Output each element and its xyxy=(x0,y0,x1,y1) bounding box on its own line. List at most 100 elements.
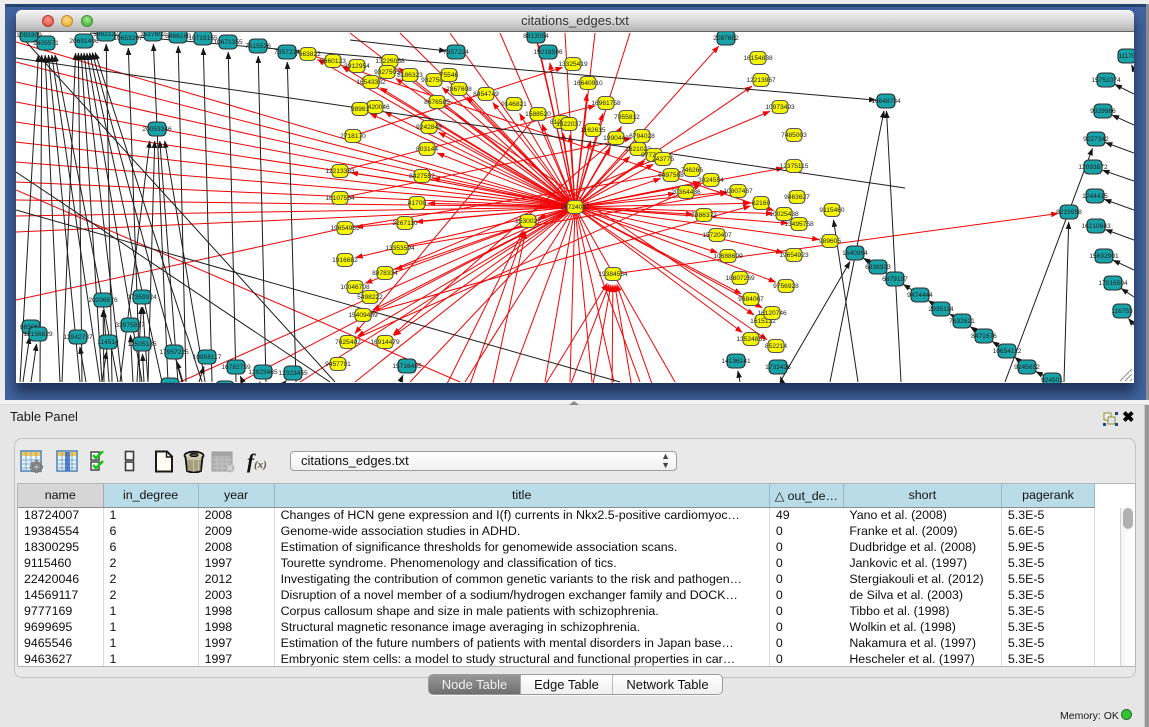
svg-text:1527602: 1527602 xyxy=(140,32,166,38)
svg-text:12156829: 12156829 xyxy=(23,331,53,338)
svg-text:7955812: 7955812 xyxy=(614,114,640,121)
svg-text:7632621: 7632621 xyxy=(949,318,975,325)
svg-text:33975857: 33975857 xyxy=(115,322,145,329)
svg-text:7625402: 7625402 xyxy=(335,339,361,346)
svg-text:16154838: 16154838 xyxy=(743,55,773,62)
svg-text:75546: 75546 xyxy=(440,72,459,79)
svg-text:41700: 41700 xyxy=(408,200,427,207)
svg-text:2530027: 2530027 xyxy=(515,218,541,225)
svg-text:10671355: 10671355 xyxy=(213,39,243,46)
svg-text:7886372: 7886372 xyxy=(691,212,717,219)
svg-text:6794028: 6794028 xyxy=(629,133,655,140)
svg-text:243775: 243775 xyxy=(652,156,674,163)
svg-text:2405571: 2405571 xyxy=(33,40,59,47)
svg-text:16210643: 16210643 xyxy=(1081,223,1111,230)
svg-text:20364436: 20364436 xyxy=(671,189,701,196)
svg-text:10653267: 10653267 xyxy=(113,35,143,42)
svg-text:9684067: 9684067 xyxy=(738,296,764,303)
svg-text:1990443: 1990443 xyxy=(603,135,629,142)
svg-text:12942737: 12942737 xyxy=(63,334,93,341)
svg-text:12213383: 12213383 xyxy=(325,168,355,175)
svg-text:15751074: 15751074 xyxy=(1091,77,1121,84)
svg-text:6938923: 6938923 xyxy=(865,264,891,271)
svg-text:10688609: 10688609 xyxy=(713,253,743,260)
svg-text:3912954: 3912954 xyxy=(344,63,370,70)
svg-text:10958117: 10958117 xyxy=(193,354,222,361)
svg-text:16543382: 16543382 xyxy=(356,79,386,86)
svg-text:1916682: 1916682 xyxy=(332,257,358,264)
svg-text:13226058: 13226058 xyxy=(375,58,405,65)
svg-text:8813054: 8813054 xyxy=(523,33,549,40)
svg-text:20691406: 20691406 xyxy=(69,38,99,45)
svg-text:19654955: 19654955 xyxy=(330,225,360,232)
svg-text:13325419: 13325419 xyxy=(558,61,588,68)
svg-text:16961758: 16961758 xyxy=(591,100,621,107)
svg-text:3267110: 3267110 xyxy=(392,220,418,227)
svg-text:9245652: 9245652 xyxy=(1014,364,1040,371)
svg-text:9115460: 9115460 xyxy=(819,207,845,214)
svg-text:9756928: 9756928 xyxy=(773,283,799,290)
svg-text:1162615: 1162615 xyxy=(580,127,606,134)
svg-text:8427552: 8427552 xyxy=(409,173,435,180)
svg-text:15720407: 15720407 xyxy=(702,232,732,239)
svg-text:9329966: 9329966 xyxy=(1090,108,1116,115)
svg-text:9227342: 9227342 xyxy=(1083,136,1109,143)
svg-text:7515526: 7515526 xyxy=(245,43,271,50)
svg-text:10973493: 10973493 xyxy=(765,104,795,111)
svg-text:12923465: 12923465 xyxy=(248,369,278,376)
svg-text:6466160: 6466160 xyxy=(165,33,191,40)
svg-text:16120746: 16120746 xyxy=(757,310,787,317)
svg-text:8878334: 8878334 xyxy=(372,270,398,277)
svg-text:8454749: 8454749 xyxy=(473,91,499,98)
svg-text:13524851: 13524851 xyxy=(736,336,766,343)
svg-text:7357224: 7357224 xyxy=(443,49,469,56)
svg-text:1322037: 1322037 xyxy=(556,121,582,128)
svg-text:12093872: 12093872 xyxy=(1078,164,1108,171)
svg-text:12213967: 12213967 xyxy=(746,77,776,84)
svg-text:7663822: 7663822 xyxy=(295,51,321,58)
svg-text:1244415: 1244415 xyxy=(1082,193,1108,200)
svg-text:14136141: 14136141 xyxy=(721,358,751,365)
svg-text:9474444: 9474444 xyxy=(907,292,933,299)
svg-text:2867608: 2867608 xyxy=(446,86,472,93)
svg-text:2087652: 2087652 xyxy=(713,35,739,42)
svg-text:9242848: 9242848 xyxy=(416,124,442,131)
svg-text:2935114: 2935114 xyxy=(928,306,954,313)
svg-text:9463627: 9463627 xyxy=(784,194,810,201)
svg-text:10807487: 10807487 xyxy=(723,188,753,195)
svg-text:15716485: 15716485 xyxy=(392,363,422,370)
svg-text:16782759: 16782759 xyxy=(221,364,251,371)
svg-text:62160: 62160 xyxy=(752,200,771,207)
svg-text:13495758: 13495758 xyxy=(784,221,814,228)
svg-text:18807269: 18807269 xyxy=(725,275,755,282)
svg-text:5498222: 5498222 xyxy=(357,294,383,301)
svg-text:17016504: 17016504 xyxy=(1098,280,1128,287)
svg-text:114514: 114514 xyxy=(97,339,119,346)
svg-text:19654923: 19654923 xyxy=(779,252,809,259)
svg-text:20053346: 20053346 xyxy=(142,126,172,133)
svg-text:3824554: 3824554 xyxy=(698,177,724,184)
svg-text:989605: 989605 xyxy=(819,238,841,245)
svg-text:19384554: 19384554 xyxy=(598,271,628,278)
svg-text:1588520: 1588520 xyxy=(525,111,551,118)
svg-text:9146821: 9146821 xyxy=(501,101,527,108)
svg-text:19218596: 19218596 xyxy=(533,49,563,56)
svg-text:803144: 803144 xyxy=(416,146,438,153)
svg-text:15692901: 15692901 xyxy=(1089,253,1119,260)
svg-text:16640910: 16640910 xyxy=(573,80,603,87)
svg-text:98961: 98961 xyxy=(351,106,370,113)
svg-text:116753: 116753 xyxy=(1111,308,1133,315)
svg-text:852214: 852214 xyxy=(765,343,787,350)
svg-text:12505135: 12505135 xyxy=(127,341,157,348)
svg-text:13353594: 13353594 xyxy=(385,245,415,252)
svg-text:16648784: 16648784 xyxy=(871,98,901,105)
svg-text:83921: 83921 xyxy=(161,382,180,383)
svg-text:18107554: 18107554 xyxy=(325,195,355,202)
svg-text:8471676: 8471676 xyxy=(971,333,997,340)
svg-text:1733426: 1733426 xyxy=(765,364,791,371)
svg-text:20206576: 20206576 xyxy=(88,297,118,304)
svg-text:7485003: 7485003 xyxy=(781,132,807,139)
svg-text:12323455: 12323455 xyxy=(278,370,308,377)
svg-text:746266: 746266 xyxy=(681,167,703,174)
svg-text:18724007: 18724007 xyxy=(560,204,590,211)
